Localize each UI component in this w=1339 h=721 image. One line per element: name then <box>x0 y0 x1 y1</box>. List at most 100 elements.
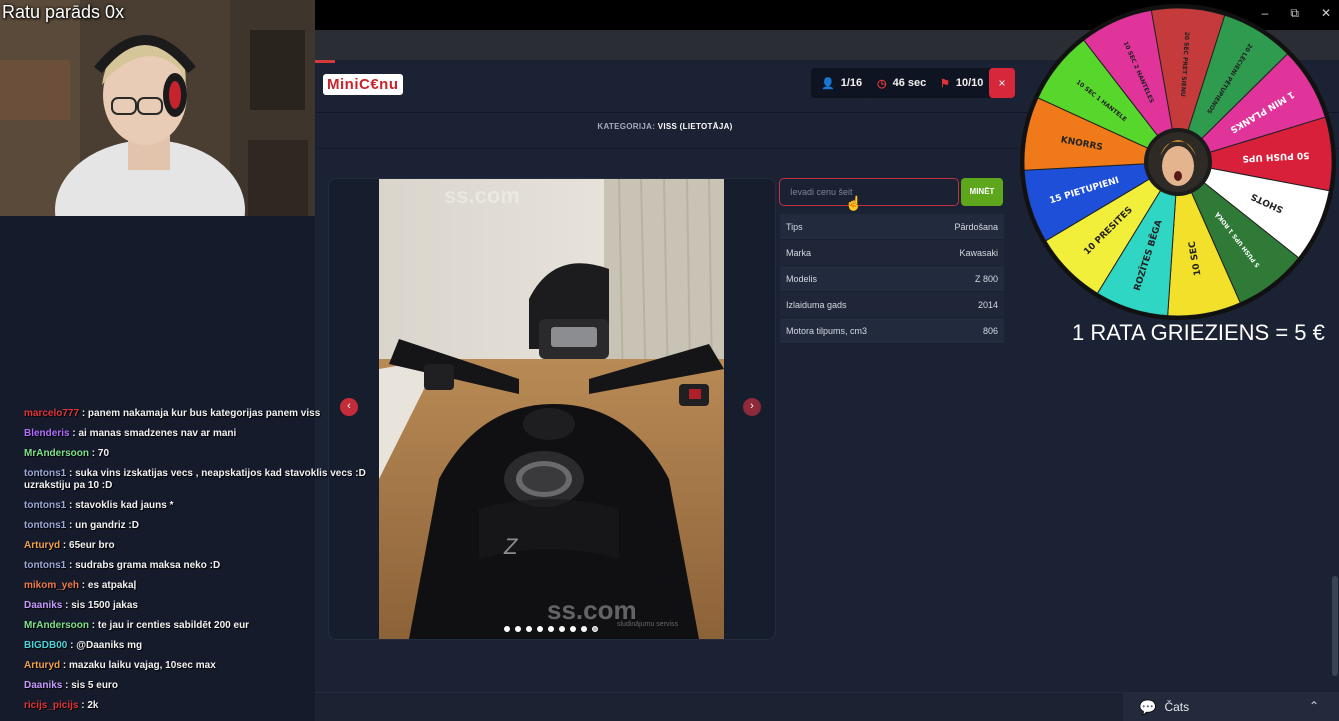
chat-username[interactable]: MrAndersoon <box>24 620 89 631</box>
chat-tab[interactable]: 💬 Čats ⌃ <box>1123 693 1339 721</box>
svg-text:Z: Z <box>503 534 519 559</box>
rounds-value: 10/10 <box>955 77 984 89</box>
user-icon: 👤 <box>821 77 835 90</box>
players-stat: 👤 1/16 <box>811 68 873 98</box>
webcam-image <box>0 0 315 216</box>
guess-button[interactable]: MINĒT <box>961 178 1003 206</box>
chat-message: Daaniks : sis 1500 jakas <box>24 596 394 616</box>
chat-username[interactable]: tontons1 <box>24 500 66 511</box>
gallery-dot[interactable] <box>548 626 554 632</box>
chat-message: Blenderis : ai manas smadzenes nav ar ma… <box>24 424 394 444</box>
chat-text: : 70 <box>89 448 110 459</box>
stream-overlay-left: Ratu parāds 0x marcelo777 : panem nakama… <box>0 0 366 720</box>
chat-bar: 💬 Čats ⌃ <box>315 692 1339 721</box>
chat-username[interactable]: marcelo777 <box>24 408 79 419</box>
specs-table: Tips Pārdošana Marka Kawasaki Modelis Z 800 Iz… <box>780 214 1004 344</box>
stream-chat: marcelo777 : panem nakamaja kur bus kate… <box>24 404 394 716</box>
chat-message: MrAndersoon : 70 <box>24 444 394 464</box>
gallery-dot[interactable] <box>515 626 521 632</box>
gallery-dot[interactable] <box>570 626 576 632</box>
chat-message: tontons1 : un gandriz :D <box>24 516 394 536</box>
page-scrollbar[interactable] <box>1332 576 1338 676</box>
chat-username[interactable]: BIGDB00 <box>24 640 67 651</box>
chat-username[interactable]: Blenderis <box>24 428 70 439</box>
gallery-dot[interactable] <box>504 626 510 632</box>
gallery-dot[interactable] <box>559 626 565 632</box>
spec-value: Kawasaki <box>959 247 998 258</box>
rounds-stat: ⚑ 10/10 <box>930 68 994 98</box>
chat-username[interactable]: tontons1 <box>24 468 66 479</box>
watermark-top: ss.com <box>444 183 520 208</box>
wheel-caption: 1 RATA GRIEZIENS = 5 € <box>1072 320 1325 345</box>
chat-username[interactable]: ricijs_picijs <box>24 700 78 711</box>
chat-text: : 2k <box>78 700 99 711</box>
chat-text: : es atpakaļ <box>79 580 137 591</box>
chat-text: : stavoklis kad jauns * <box>66 500 174 511</box>
chat-message: ricijs_picijs : 2k <box>24 696 394 716</box>
webcam-title: Ratu parāds 0x <box>2 2 125 22</box>
spec-row: Motora tilpums, cm3 806 <box>780 318 1004 344</box>
chat-text: : panem nakamaja kur bus kategorijas pan… <box>79 408 321 419</box>
timer-value: 46 sec <box>892 77 927 89</box>
chat-tab-label: Čats <box>1164 700 1190 714</box>
chat-username[interactable]: Arturyd <box>24 540 60 551</box>
gallery-dot[interactable] <box>537 626 543 632</box>
chat-username[interactable]: mikom_yeh <box>24 580 79 591</box>
chat-message: MrAndersoon : te jau ir centies sabildēt… <box>24 616 394 636</box>
gallery-dot[interactable] <box>592 626 598 632</box>
chat-message: Daaniks : sis 5 euro <box>24 676 394 696</box>
gallery-dots <box>504 626 598 632</box>
chat-text: : un gandriz :D <box>66 520 139 531</box>
chat-text: : suka vins izskatijas vecs , neapskatij… <box>66 468 366 479</box>
gallery-dot[interactable] <box>581 626 587 632</box>
chat-username[interactable]: Daaniks <box>24 600 62 611</box>
chat-username[interactable]: MrAndersoon <box>24 448 89 459</box>
spec-row: Modelis Z 800 <box>780 266 1004 292</box>
chat-text: : mazaku laiku vajag, 10sec max <box>60 660 216 671</box>
chat-message: mikom_yeh : es atpakaļ <box>24 576 394 596</box>
chat-bubble-icon: 💬 <box>1139 698 1157 715</box>
avatar-mouth <box>1174 171 1182 181</box>
chat-text: : sis 1500 jakas <box>62 600 138 611</box>
watermark-subtitle: sludinājumu serviss <box>617 621 679 628</box>
chevron-up-icon[interactable]: ⌃ <box>1309 699 1319 713</box>
chat-text: : te jau ir centies sabildēt 200 eur <box>89 620 250 631</box>
spec-row: Izlaiduma gads 2014 <box>780 292 1004 318</box>
chat-username[interactable]: tontons1 <box>24 560 66 571</box>
spec-row: Marka Kawasaki <box>780 240 1004 266</box>
close-game-button[interactable]: × <box>989 68 1015 98</box>
price-input[interactable] <box>779 178 959 206</box>
chat-message: marcelo777 : panem nakamaja kur bus kate… <box>24 404 394 424</box>
chat-message: Arturyd : mazaku laiku vajag, 10sec max <box>24 656 394 676</box>
chat-message: BIGDB00 : @Daaniks mg <box>24 636 394 656</box>
webcam-feed: Ratu parāds 0x <box>0 0 315 216</box>
gallery-dot[interactable] <box>526 626 532 632</box>
chat-username[interactable]: tontons1 <box>24 520 66 531</box>
players-count: 1/16 <box>840 77 863 89</box>
photo-gallery: Z ss.com ss.com sludinājumu serviss ‹ › <box>328 178 776 640</box>
next-photo-button[interactable]: › <box>743 398 761 416</box>
flag-icon: ⚑ <box>940 77 950 90</box>
category-title: KATEGORIJA: <box>597 122 656 131</box>
listing-photo[interactable]: Z ss.com ss.com sludinājumu serviss <box>379 179 724 639</box>
punishment-wheel: 20 SEC PRET SIENU 20 LĒCIENI PĒTUPIENOS1 … <box>1020 4 1336 320</box>
spec-label: Marka <box>786 247 812 258</box>
header-accent <box>315 60 335 63</box>
spec-label: Modelis <box>786 273 818 284</box>
spec-label: Motora tilpums, cm3 <box>786 325 868 336</box>
motorcycle-image: Z <box>379 179 724 639</box>
category-value: VISS (LIETOTĀJA) <box>657 122 733 131</box>
chat-text: : 65eur bro <box>60 540 115 551</box>
spec-label: Izlaiduma gads <box>786 299 847 310</box>
chat-username[interactable]: Arturyd <box>24 660 60 671</box>
chat-message: Arturyd : 65eur bro <box>24 536 394 556</box>
spec-value: 2014 <box>977 299 998 310</box>
chat-message: tontons1 : stavoklis kad jauns * <box>24 496 394 516</box>
timer-stat: ◷ 46 sec <box>867 68 937 98</box>
app-logo[interactable]: MiniC€nu <box>323 74 403 95</box>
spec-label: Tips <box>786 221 803 232</box>
chat-username[interactable]: Daaniks <box>24 680 62 691</box>
clock-icon: ◷ <box>877 77 887 90</box>
chat-text: : sis 5 euro <box>62 680 118 691</box>
hand-cursor-icon: ☝ <box>845 195 863 211</box>
